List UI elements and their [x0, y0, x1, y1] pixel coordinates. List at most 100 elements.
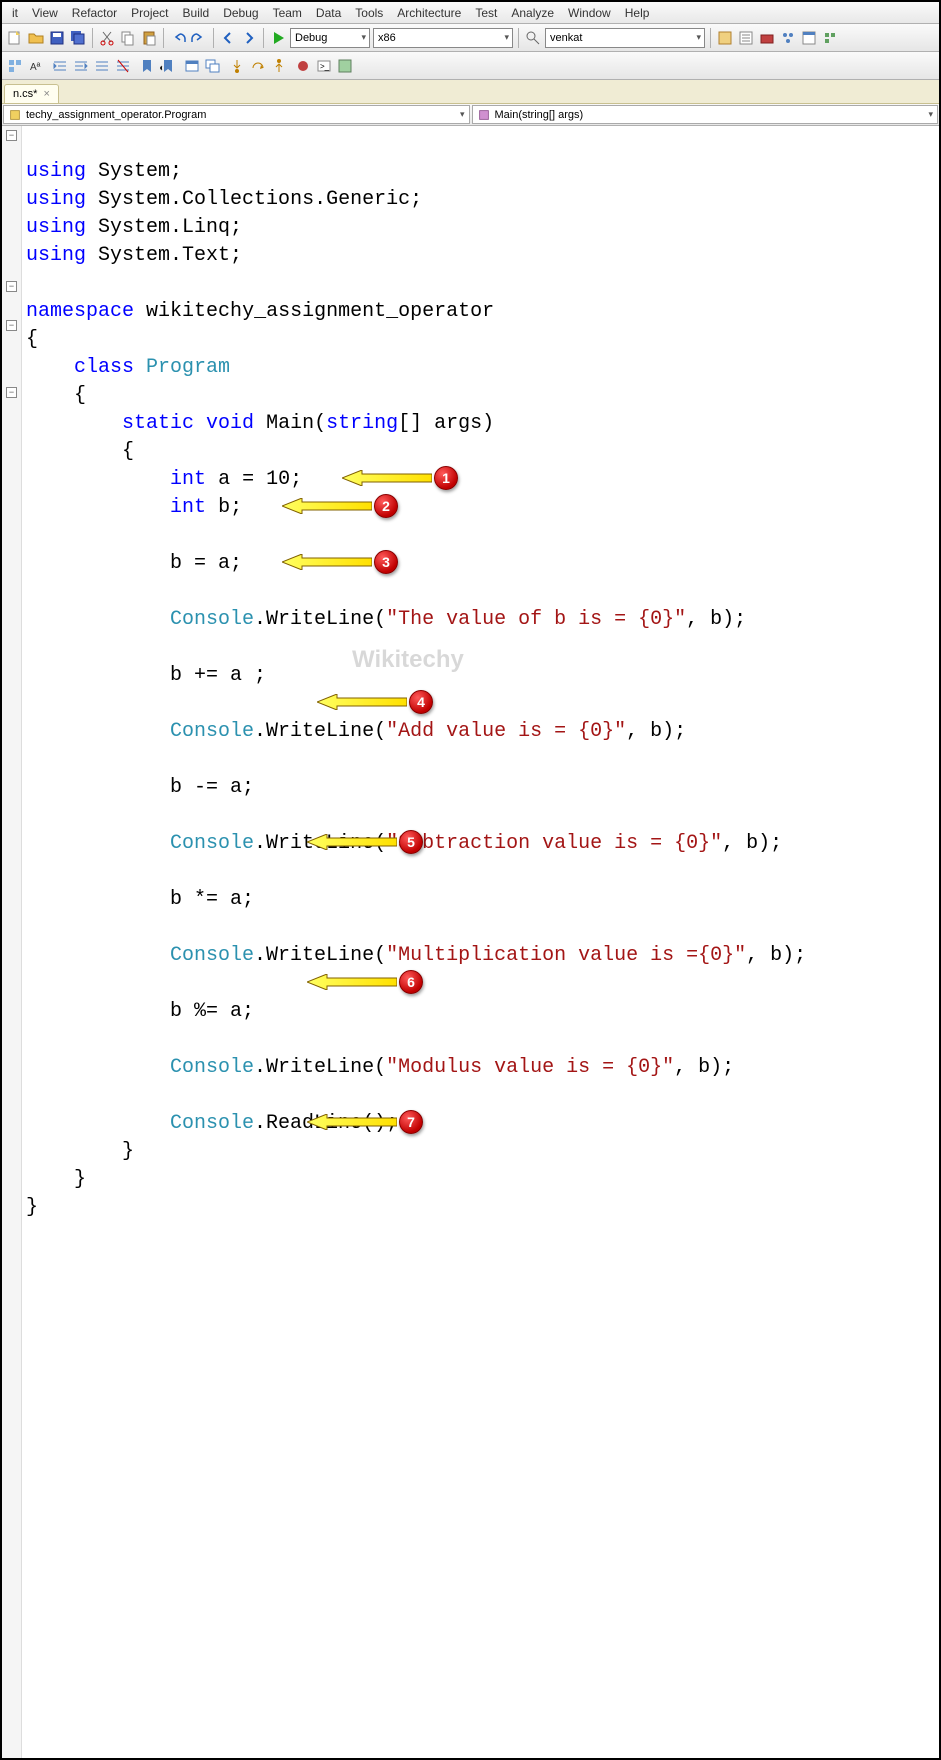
menu-architecture[interactable]: Architecture	[391, 4, 467, 22]
code-text: b %= a;	[170, 1000, 254, 1023]
menu-tools[interactable]: Tools	[349, 4, 389, 22]
code-string: "Subtraction value is = {0}"	[386, 832, 722, 855]
code-text: [] args)	[398, 412, 494, 435]
arrow-icon	[342, 470, 432, 486]
nav-back-icon[interactable]	[219, 29, 237, 47]
cut-icon[interactable]	[98, 29, 116, 47]
add-item-icon[interactable]	[6, 29, 24, 47]
bookmark-icon[interactable]	[138, 57, 156, 75]
menu-refactor[interactable]: Refactor	[66, 4, 123, 22]
code-class: Console	[170, 720, 254, 743]
code-string: "Add value is = {0}"	[386, 720, 626, 743]
code-nav-bar: techy_assignment_operator.Program Main(s…	[2, 104, 939, 126]
toolbox-icon[interactable]	[758, 29, 776, 47]
save-all-icon[interactable]	[69, 29, 87, 47]
fold-gutter: − − − −	[2, 126, 22, 1758]
code-text: , b);	[746, 944, 806, 967]
code-text: .WriteLine(	[254, 608, 386, 631]
menu-data[interactable]: Data	[310, 4, 347, 22]
find-icon[interactable]	[524, 29, 542, 47]
fold-toggle-icon[interactable]: −	[6, 281, 17, 292]
code-text: , b);	[674, 1056, 734, 1079]
code-text: b -= a;	[170, 776, 254, 799]
save-icon[interactable]	[48, 29, 66, 47]
step-into-icon[interactable]	[228, 57, 246, 75]
menu-view[interactable]: View	[26, 4, 64, 22]
breakpoint-icon[interactable]	[294, 57, 312, 75]
code-class: Console	[170, 944, 254, 967]
menu-build[interactable]: Build	[177, 4, 216, 22]
prev-bookmark-icon[interactable]	[159, 57, 177, 75]
callout-5: 5	[399, 830, 423, 854]
code-text	[86, 244, 98, 267]
menu-team[interactable]: Team	[267, 4, 308, 22]
step-over-icon[interactable]	[249, 57, 267, 75]
code-text	[86, 160, 98, 183]
method-selector-label: Main(string[] args)	[495, 109, 584, 121]
code-text: b = a;	[170, 552, 242, 575]
separator	[710, 28, 711, 48]
code-text: System.Text;	[98, 244, 242, 267]
open-folder-icon[interactable]	[27, 29, 45, 47]
nav-forward-icon[interactable]	[240, 29, 258, 47]
arrow-icon	[307, 974, 397, 990]
undo-icon[interactable]	[169, 29, 187, 47]
code-string: "Modulus value is = {0}"	[386, 1056, 674, 1079]
file-tab[interactable]: n.cs* ×	[4, 84, 59, 103]
paste-icon[interactable]	[140, 29, 158, 47]
code-string: "The value of b is = {0}"	[386, 608, 686, 631]
menu-analyze[interactable]: Analyze	[505, 4, 560, 22]
copy-icon[interactable]	[119, 29, 137, 47]
arrow-icon	[307, 834, 397, 850]
redo-icon[interactable]	[190, 29, 208, 47]
menu-help[interactable]: Help	[619, 4, 656, 22]
properties-icon[interactable]	[737, 29, 755, 47]
separator	[213, 28, 214, 48]
comment-icon[interactable]	[93, 57, 111, 75]
toolbar-secondary: Aª >_	[2, 52, 939, 80]
menu-bar: it View Refactor Project Build Debug Tea…	[2, 2, 939, 24]
registers-icon[interactable]	[336, 57, 354, 75]
text-size-icon[interactable]: Aª	[27, 57, 45, 75]
code-text: }	[122, 1140, 134, 1163]
code-text: System	[98, 160, 170, 183]
code-editor[interactable]: − − − − using System; using System.Colle…	[2, 126, 939, 1758]
extensions-icon[interactable]	[821, 29, 839, 47]
window-icon[interactable]	[183, 57, 201, 75]
team-explorer-icon[interactable]	[779, 29, 797, 47]
code-keyword: using	[26, 216, 86, 239]
class-selector[interactable]: techy_assignment_operator.Program	[3, 105, 470, 124]
object-browser-icon[interactable]	[6, 57, 24, 75]
step-out-icon[interactable]	[270, 57, 288, 75]
config-dropdown[interactable]: Debug	[290, 28, 370, 48]
fold-toggle-icon[interactable]: −	[6, 387, 17, 398]
fold-toggle-icon[interactable]: −	[6, 130, 17, 141]
windows-icon[interactable]	[204, 57, 222, 75]
immediate-icon[interactable]: >_	[315, 57, 333, 75]
fold-toggle-icon[interactable]: −	[6, 320, 17, 331]
solution-explorer-icon[interactable]	[716, 29, 734, 47]
method-selector[interactable]: Main(string[] args)	[472, 105, 939, 124]
code-text	[86, 216, 98, 239]
search-box[interactable]: venkat	[545, 28, 705, 48]
code-text: b;	[218, 496, 242, 519]
code-text: {	[74, 384, 86, 407]
code-keyword: class	[74, 356, 134, 379]
menu-edit[interactable]: it	[6, 4, 24, 22]
menu-window[interactable]: Window	[562, 4, 617, 22]
menu-test[interactable]: Test	[469, 4, 503, 22]
outdent-icon[interactable]	[51, 57, 69, 75]
menu-project[interactable]: Project	[125, 4, 174, 22]
code-area[interactable]: using System; using System.Collections.G…	[22, 126, 939, 1758]
close-tab-icon[interactable]: ×	[43, 88, 49, 100]
tab-row: n.cs* ×	[2, 80, 939, 104]
code-keyword: int	[170, 496, 206, 519]
start-debug-icon[interactable]	[269, 29, 287, 47]
platform-dropdown[interactable]: x86	[373, 28, 513, 48]
start-page-icon[interactable]	[800, 29, 818, 47]
code-text: b *= a;	[170, 888, 254, 911]
indent-icon[interactable]	[72, 57, 90, 75]
uncomment-icon[interactable]	[114, 57, 132, 75]
menu-debug[interactable]: Debug	[217, 4, 264, 22]
code-class: Program	[146, 356, 230, 379]
